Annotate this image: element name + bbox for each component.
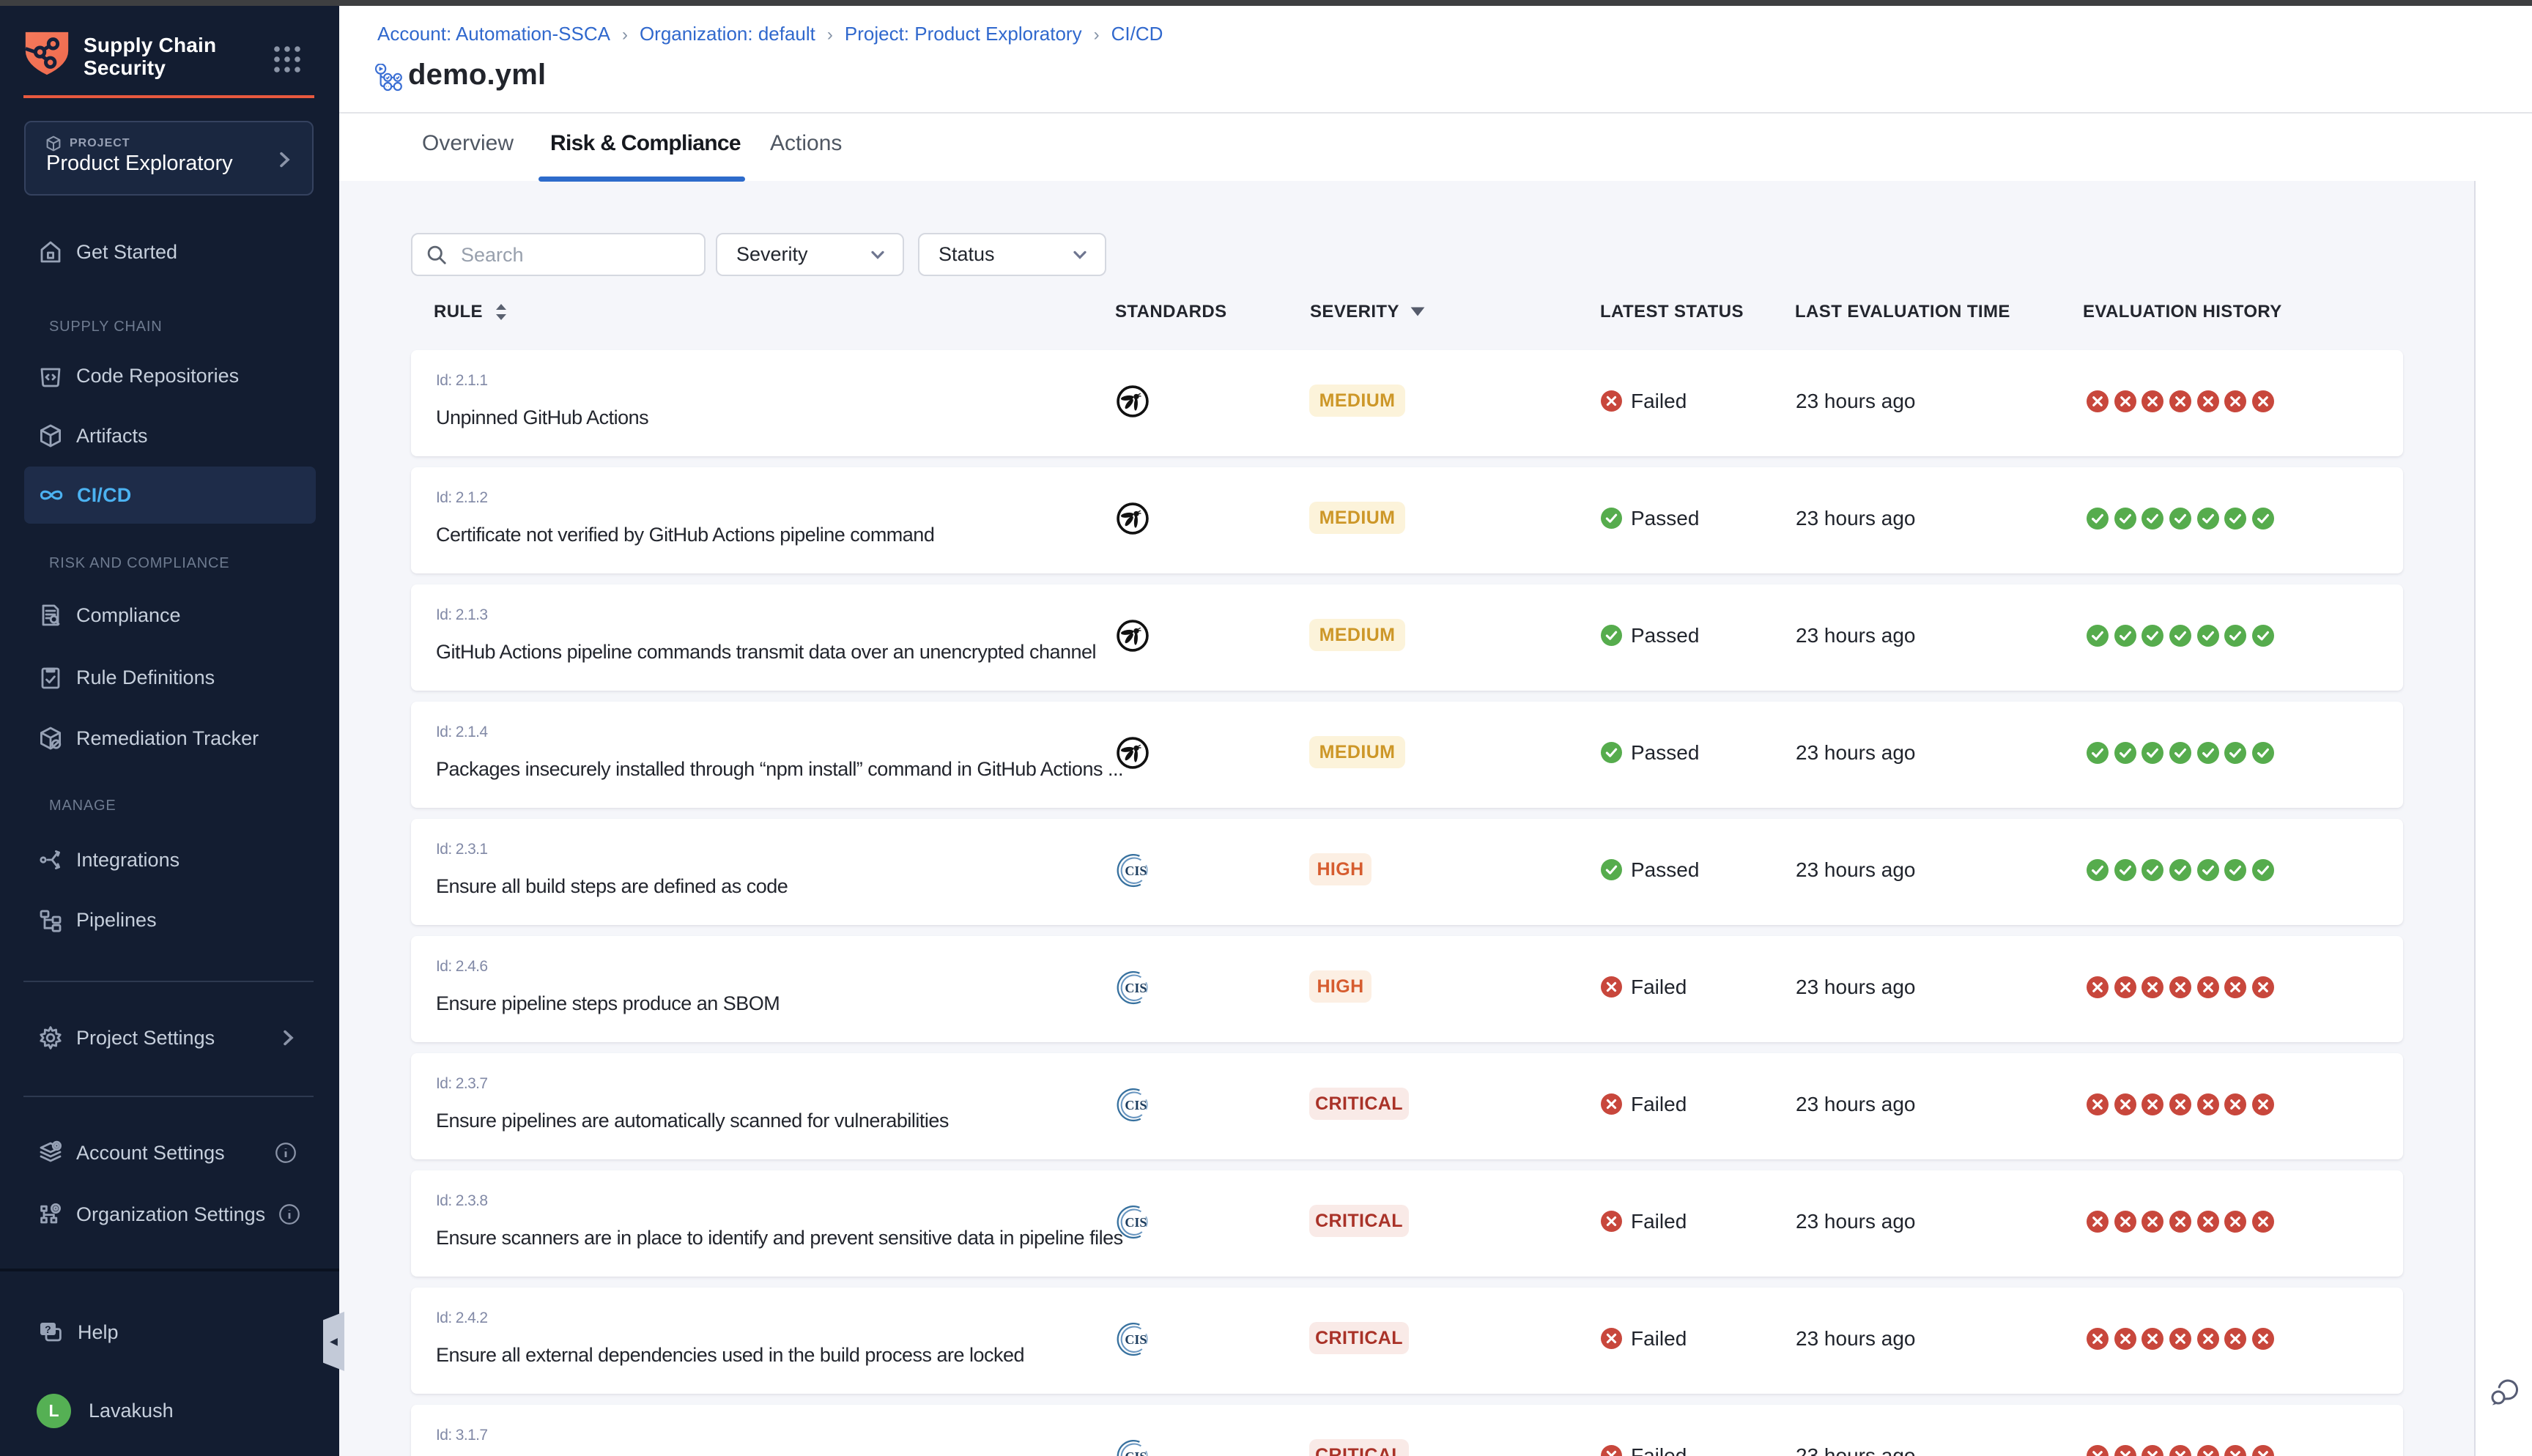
- svg-text:CIS: CIS: [1125, 1449, 1147, 1456]
- svg-text:CIS: CIS: [1125, 1215, 1147, 1230]
- svg-text:CIS: CIS: [1125, 863, 1147, 878]
- svg-text:CIS: CIS: [1125, 1098, 1147, 1113]
- svg-text:CIS: CIS: [1125, 981, 1147, 995]
- svg-text:?: ?: [45, 1323, 51, 1335]
- svg-text:CIS: CIS: [1125, 1332, 1147, 1347]
